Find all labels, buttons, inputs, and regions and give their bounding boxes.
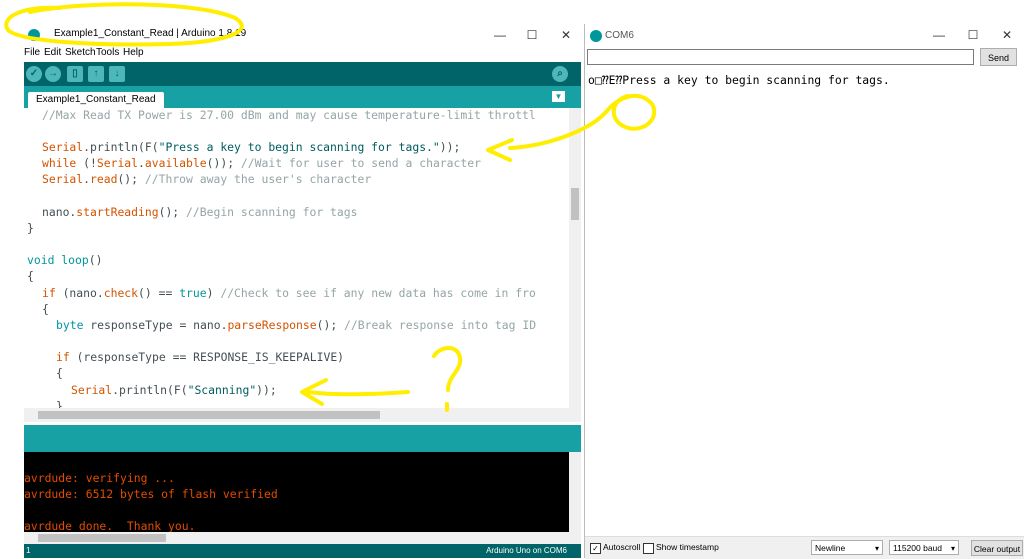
serial-title: COM6 xyxy=(605,30,634,41)
output-console: avrdude: verifying ... avrdude: 6512 byt… xyxy=(24,452,569,532)
tab-bar: Example1_Constant_Read ▼ xyxy=(24,86,581,108)
code-line: if (responseType == RESPONSE_IS_KEEPALIV… xyxy=(56,350,345,364)
arduino-ide-window: Example1_Constant_Read | Arduino 1.8.19 … xyxy=(0,0,584,558)
serial-output: o□⁇E⁇Press a key to begin scanning for t… xyxy=(587,70,1023,536)
serial-output-line: o□⁇E⁇Press a key to begin scanning for t… xyxy=(588,73,890,87)
autoscroll-checkbox[interactable]: ✓ xyxy=(590,543,601,554)
line-ending-select[interactable]: Newline ▾ xyxy=(811,540,883,555)
tab-menu-icon[interactable]: ▼ xyxy=(552,91,565,102)
clear-output-button[interactable]: Clear output xyxy=(971,540,1023,556)
code-line: { xyxy=(42,302,49,316)
board-port: Arduino Uno on COM6 xyxy=(486,546,567,555)
code-line: Serial.read(); //Throw away the user's c… xyxy=(42,172,372,186)
toolbar: ✓ → ▯ ↑ ↓ ⌕ xyxy=(24,62,581,86)
footer-bar: 1 Arduino Uno on COM6 xyxy=(24,544,581,558)
arduino-logo-icon xyxy=(590,30,602,42)
baud-select[interactable]: 115200 baud ▾ xyxy=(889,540,959,555)
serial-monitor-window: COM6 — ☐ ✕ Send o□⁇E⁇Press a key to begi… xyxy=(584,24,1024,559)
code-line: Serial.println(F("Press a key to begin s… xyxy=(42,140,461,154)
console-horizontal-scrollbar[interactable] xyxy=(24,532,581,544)
code-line: byte responseType = nano.parseResponse()… xyxy=(56,318,537,332)
menu-edit[interactable]: Edit xyxy=(44,47,61,58)
scrollbar-thumb[interactable] xyxy=(38,411,380,419)
code-line: if (nano.check() == true) //Check to see… xyxy=(42,286,536,300)
code-line: } xyxy=(56,399,63,408)
code-line: while (!Serial.available()); //Wait for … xyxy=(42,156,481,170)
code-line: void loop() xyxy=(27,253,103,267)
scrollbar-thumb[interactable] xyxy=(38,534,166,542)
scrollbar-thumb[interactable] xyxy=(571,188,579,220)
console-line: avrdude: verifying ... xyxy=(24,471,175,485)
code-line: { xyxy=(27,269,34,283)
minimize-icon[interactable]: — xyxy=(492,27,508,43)
console-line: avrdude: 6512 bytes of flash verified xyxy=(24,487,278,501)
console-vertical-scrollbar[interactable] xyxy=(569,452,581,532)
code-line: Serial.println(F("Scanning")); xyxy=(71,383,277,397)
menu-sketch[interactable]: Sketch xyxy=(65,47,96,58)
autoscroll-label: Autoscroll xyxy=(603,542,641,552)
maximize-icon[interactable]: ☐ xyxy=(524,27,540,43)
editor-horizontal-scrollbar[interactable] xyxy=(24,408,581,422)
close-icon[interactable]: ✕ xyxy=(999,27,1015,43)
line-number: 1 xyxy=(26,546,31,555)
new-icon[interactable]: ▯ xyxy=(67,66,83,82)
maximize-icon[interactable]: ☐ xyxy=(965,27,981,43)
window-title: Example1_Constant_Read | Arduino 1.8.19 xyxy=(54,28,247,39)
chevron-down-icon: ▾ xyxy=(950,544,955,553)
editor-vertical-scrollbar[interactable] xyxy=(569,108,581,408)
serial-send-input[interactable] xyxy=(587,49,974,65)
menu-file[interactable]: File xyxy=(24,47,40,58)
serial-monitor-icon[interactable]: ⌕ xyxy=(552,66,568,82)
arduino-logo-icon xyxy=(28,29,40,41)
menubar: File Edit Sketch Tools Help xyxy=(24,47,584,61)
serial-bottom-bar: ✓ Autoscroll Show timestamp Newline ▾ 115… xyxy=(585,536,1024,559)
chevron-down-icon: ▾ xyxy=(874,544,879,553)
ide-titlebar: Example1_Constant_Read | Arduino 1.8.19 … xyxy=(24,24,584,46)
save-icon[interactable]: ↓ xyxy=(109,66,125,82)
status-bar xyxy=(24,425,581,452)
code-line: nano.startReading(); //Begin scanning fo… xyxy=(42,205,358,219)
menu-tools[interactable]: Tools xyxy=(96,47,119,58)
tab-sketch[interactable]: Example1_Constant_Read xyxy=(28,92,164,108)
upload-icon[interactable]: → xyxy=(45,66,61,82)
minimize-icon[interactable]: — xyxy=(931,27,947,43)
timestamp-label: Show timestamp xyxy=(656,542,719,552)
open-icon[interactable]: ↑ xyxy=(88,66,104,82)
code-line: { xyxy=(56,366,63,380)
code-line: //Max Read TX Power is 27.00 dBm and may… xyxy=(42,108,536,122)
timestamp-checkbox[interactable] xyxy=(643,543,654,554)
verify-icon[interactable]: ✓ xyxy=(26,66,42,82)
code-editor[interactable]: //Max Read TX Power is 27.00 dBm and may… xyxy=(24,108,569,408)
menu-help[interactable]: Help xyxy=(123,47,144,58)
code-line: } xyxy=(27,221,34,235)
close-icon[interactable]: ✕ xyxy=(558,27,574,43)
console-line: avrdude done. Thank you. xyxy=(24,519,196,532)
send-button[interactable]: Send xyxy=(980,48,1017,66)
